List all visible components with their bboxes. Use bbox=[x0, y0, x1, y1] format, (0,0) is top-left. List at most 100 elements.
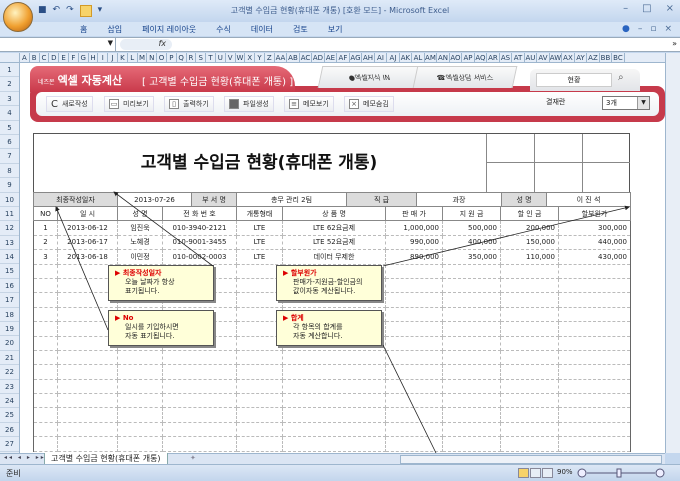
empty-cell[interactable] bbox=[442, 436, 501, 452]
empty-cell[interactable] bbox=[442, 364, 501, 380]
table-cell[interactable]: LTE 62요금제 bbox=[282, 220, 386, 236]
column-header[interactable]: L bbox=[128, 53, 138, 62]
empty-cell[interactable] bbox=[282, 378, 386, 395]
empty-cell[interactable] bbox=[162, 393, 237, 409]
row-header[interactable]: 5 bbox=[0, 121, 19, 135]
empty-cell[interactable] bbox=[57, 349, 118, 366]
column-header[interactable]: A bbox=[20, 53, 30, 62]
column-header[interactable]: AF bbox=[337, 53, 350, 62]
empty-cell[interactable] bbox=[57, 407, 118, 423]
empty-cell[interactable] bbox=[282, 349, 386, 366]
empty-cell[interactable] bbox=[236, 436, 283, 452]
empty-cell[interactable] bbox=[162, 407, 237, 423]
help-icon[interactable]: ● bbox=[622, 24, 630, 34]
empty-cell[interactable] bbox=[500, 335, 559, 351]
empty-cell[interactable] bbox=[57, 436, 118, 452]
row-header[interactable]: 24 bbox=[0, 394, 19, 409]
empty-cell[interactable] bbox=[558, 335, 631, 351]
table-cell[interactable]: 2013-06-12 bbox=[57, 220, 118, 236]
empty-cell[interactable] bbox=[117, 349, 163, 366]
workbook-restore-icon[interactable]: ▫ bbox=[650, 24, 656, 34]
empty-cell[interactable] bbox=[236, 349, 283, 366]
column-header[interactable]: E bbox=[59, 53, 69, 62]
hide-memo-button[interactable]: × 메모숨김 bbox=[344, 96, 394, 112]
empty-cell[interactable] bbox=[385, 306, 443, 323]
column-header[interactable]: D bbox=[49, 53, 60, 62]
empty-cell[interactable] bbox=[33, 407, 58, 423]
column-header[interactable]: S bbox=[196, 53, 207, 62]
table-cell[interactable]: 400,000 bbox=[442, 234, 501, 251]
row-header[interactable]: 9 bbox=[0, 178, 19, 193]
row-header[interactable]: 8 bbox=[0, 164, 19, 179]
empty-cell[interactable] bbox=[442, 292, 501, 308]
table-cell[interactable]: LTE bbox=[236, 249, 283, 265]
table-cell[interactable]: 노혜경 bbox=[117, 234, 163, 251]
table-cell[interactable]: 이민정 bbox=[117, 249, 163, 265]
row-header[interactable]: 25 bbox=[0, 408, 19, 423]
column-header[interactable]: AE bbox=[325, 53, 338, 62]
table-cell[interactable]: 임진욱 bbox=[117, 220, 163, 236]
page-break-view-icon[interactable] bbox=[542, 468, 553, 478]
row-header[interactable]: 15 bbox=[0, 264, 19, 279]
empty-cell[interactable] bbox=[282, 407, 386, 423]
table-cell[interactable]: LTE bbox=[236, 220, 283, 236]
column-header[interactable]: H bbox=[89, 53, 99, 62]
empty-cell[interactable] bbox=[558, 421, 631, 438]
row-header[interactable]: 22 bbox=[0, 365, 19, 380]
empty-cell[interactable] bbox=[236, 421, 283, 438]
empty-cell[interactable] bbox=[558, 292, 631, 308]
empty-cell[interactable] bbox=[162, 436, 237, 452]
insert-sheet-icon[interactable]: ✦ bbox=[190, 454, 204, 464]
row-header[interactable]: 11 bbox=[0, 207, 19, 222]
column-header[interactable]: AZ bbox=[587, 53, 600, 62]
column-header[interactable]: BB bbox=[600, 53, 613, 62]
empty-cell[interactable] bbox=[282, 436, 386, 452]
empty-cell[interactable] bbox=[162, 364, 237, 380]
empty-cell[interactable] bbox=[57, 378, 118, 395]
column-header[interactable]: AJ bbox=[387, 53, 400, 62]
empty-cell[interactable] bbox=[500, 263, 559, 279]
empty-cell[interactable] bbox=[385, 263, 443, 279]
empty-cell[interactable] bbox=[500, 306, 559, 323]
empty-cell[interactable] bbox=[385, 407, 443, 423]
row-header[interactable]: 23 bbox=[0, 380, 19, 394]
column-header[interactable]: AB bbox=[287, 53, 300, 62]
tab-data[interactable]: 데이터 bbox=[241, 24, 283, 35]
empty-cell[interactable] bbox=[117, 378, 163, 395]
empty-cell[interactable] bbox=[236, 407, 283, 423]
tab-page-layout[interactable]: 페이지 레이아웃 bbox=[132, 24, 206, 35]
page-layout-view-icon[interactable] bbox=[530, 468, 541, 478]
empty-cell[interactable] bbox=[385, 364, 443, 380]
column-header[interactable]: X bbox=[245, 53, 256, 62]
empty-cell[interactable] bbox=[442, 321, 501, 337]
column-header[interactable]: AK bbox=[400, 53, 413, 62]
column-header[interactable]: Y bbox=[255, 53, 265, 62]
column-header[interactable]: AA bbox=[275, 53, 288, 62]
empty-cell[interactable] bbox=[282, 421, 386, 438]
table-cell[interactable]: 150,000 bbox=[500, 234, 559, 251]
row-header[interactable]: 4 bbox=[0, 106, 19, 121]
empty-cell[interactable] bbox=[385, 378, 443, 395]
insert-function-button[interactable]: fx bbox=[120, 39, 172, 50]
column-header[interactable]: M bbox=[138, 53, 148, 62]
column-header[interactable]: AD bbox=[312, 53, 325, 62]
empty-cell[interactable] bbox=[33, 292, 58, 308]
empty-cell[interactable] bbox=[33, 393, 58, 409]
preview-button[interactable]: ▭ 미리보기 bbox=[104, 96, 154, 112]
tab-view[interactable]: 보기 bbox=[318, 24, 353, 35]
row-header[interactable]: 14 bbox=[0, 250, 19, 265]
empty-cell[interactable] bbox=[117, 407, 163, 423]
empty-cell[interactable] bbox=[442, 277, 501, 294]
workbook-close-icon[interactable]: × bbox=[664, 24, 672, 34]
table-cell[interactable]: 010-3940-2121 bbox=[162, 220, 237, 236]
table-cell[interactable]: 110,000 bbox=[500, 249, 559, 265]
table-cell[interactable]: 200,000 bbox=[500, 220, 559, 236]
empty-cell[interactable] bbox=[33, 436, 58, 452]
row-header[interactable]: 2 bbox=[0, 77, 19, 92]
print-button[interactable]: ▯ 출력하기 bbox=[164, 96, 214, 112]
expand-formula-bar-icon[interactable]: » bbox=[672, 39, 677, 48]
empty-cell[interactable] bbox=[385, 321, 443, 337]
column-header[interactable]: AU bbox=[525, 53, 538, 62]
row-header[interactable]: 10 bbox=[0, 193, 19, 207]
tab-insert[interactable]: 삽입 bbox=[97, 24, 132, 35]
